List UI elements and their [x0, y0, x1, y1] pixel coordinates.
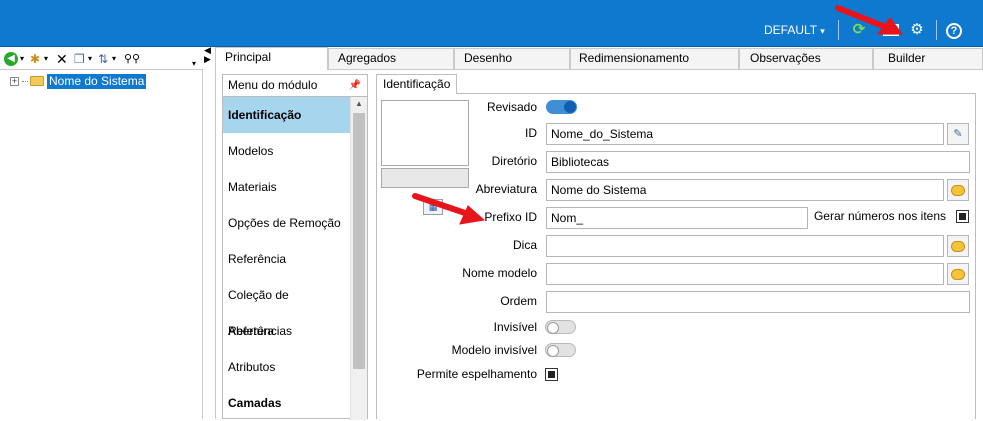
- tab-desenho[interactable]: Desenho: [454, 48, 570, 69]
- permite-espelhamento-label: Permite espelhamento: [416, 367, 537, 381]
- menu-item-colecao-referencias[interactable]: Coleção de Referências: [223, 277, 351, 338]
- refresh-icon[interactable]: ⟳: [849, 20, 869, 40]
- prefixo-id-field[interactable]: Nom_: [546, 207, 808, 229]
- tab-agregados[interactable]: Agregados: [328, 48, 454, 69]
- menu-item-materiais[interactable]: Materiais: [223, 169, 351, 205]
- revisado-toggle[interactable]: [546, 100, 577, 114]
- rename-icon[interactable]: ✎: [947, 123, 969, 145]
- gear-icon[interactable]: ⚙: [906, 20, 928, 40]
- gerar-numeros-label: Gerar números nos itens: [813, 209, 946, 223]
- invisivel-toggle[interactable]: [545, 320, 576, 334]
- sort-icon[interactable]: ⇅: [98, 51, 108, 67]
- gerar-numeros-checkbox[interactable]: [956, 210, 969, 223]
- ordem-label: Ordem: [500, 294, 537, 308]
- delete-icon[interactable]: ✕: [56, 51, 68, 67]
- chevron-down-icon: ▾: [820, 26, 825, 36]
- tab-builder[interactable]: Builder: [873, 48, 983, 69]
- module-menu: Menu do módulo 📌 Identificação Modelos M…: [222, 74, 368, 420]
- dica-field[interactable]: [546, 235, 944, 257]
- help-icon[interactable]: ?: [946, 23, 962, 39]
- chevron-down-icon[interactable]: ▾: [88, 51, 92, 67]
- revisado-label: Revisado: [486, 100, 537, 114]
- prefixo-id-label: Prefixo ID: [484, 210, 537, 224]
- module-menu-scrollbar[interactable]: ▲: [350, 97, 367, 420]
- chevron-down-icon[interactable]: ▾: [112, 51, 116, 67]
- tree-node-label[interactable]: Nome do Sistema: [47, 73, 147, 89]
- system-tree: + Nome do Sistema: [0, 70, 203, 419]
- image-browse-button[interactable]: ▦: [423, 199, 443, 215]
- tab-observacoes[interactable]: Observações: [739, 48, 873, 69]
- nome-modelo-field[interactable]: [546, 263, 944, 285]
- image-path-field[interactable]: [381, 168, 469, 188]
- module-menu-header: Menu do módulo 📌: [223, 75, 367, 97]
- dica-label: Dica: [512, 238, 537, 252]
- scroll-up-icon[interactable]: ▲: [351, 97, 367, 111]
- folder-icon: [30, 76, 44, 86]
- main-tabs: Principal Agregados Desenho Redimensiona…: [215, 47, 983, 70]
- permite-espelhamento-checkbox[interactable]: [545, 368, 558, 381]
- diretorio-label: Diretório: [491, 154, 537, 168]
- profile-dropdown[interactable]: DEFAULT ▾: [764, 23, 825, 37]
- modelo-invisivel-label: Modelo invisível: [451, 343, 537, 357]
- toolbar-divider: [936, 20, 937, 40]
- chevron-down-icon[interactable]: ▾: [20, 51, 24, 67]
- toolbar-divider: [838, 20, 839, 40]
- pin-icon[interactable]: 📌: [349, 75, 361, 96]
- copy-icon[interactable]: ❐: [74, 51, 85, 67]
- menu-item-modelos[interactable]: Modelos: [223, 133, 351, 169]
- ordem-field[interactable]: [546, 291, 970, 313]
- back-icon[interactable]: ◀: [4, 52, 18, 66]
- abreviatura-field[interactable]: Nome do Sistema: [546, 179, 944, 201]
- tree-toolbar: ◀ ▾ ✱ ▾ ✕ ❐ ▾ ⇅ ▾ ⚲⚲ ▾: [0, 48, 203, 70]
- translate-bubble-icon[interactable]: [947, 263, 969, 285]
- menu-item-atributos[interactable]: Atributos: [223, 349, 351, 385]
- diretorio-field[interactable]: Bibliotecas: [546, 151, 970, 173]
- invisivel-label: Invisível: [493, 320, 537, 334]
- modelo-invisivel-toggle[interactable]: [545, 343, 576, 357]
- expand-right-icon[interactable]: ▶: [204, 55, 214, 64]
- translate-bubble-icon[interactable]: [947, 235, 969, 257]
- profile-label: DEFAULT: [764, 23, 817, 37]
- expand-icon[interactable]: +: [10, 76, 19, 86]
- chevron-down-icon[interactable]: ▾: [44, 51, 48, 67]
- module-menu-title: Menu do módulo: [228, 78, 318, 92]
- binoculars-icon[interactable]: ⚲⚲: [124, 51, 140, 67]
- tab-principal[interactable]: Principal: [215, 47, 328, 70]
- nome-modelo-label: Nome modelo: [462, 266, 537, 280]
- tree-node-root[interactable]: + Nome do Sistema: [10, 73, 147, 89]
- translate-bubble-icon[interactable]: [947, 179, 969, 201]
- image-preview: [381, 100, 469, 166]
- window-icon[interactable]: [880, 20, 902, 40]
- splitter-handle[interactable]: ◀ ▶: [204, 46, 214, 68]
- top-bar: DEFAULT ▾ ⟳ ⚙ ?: [0, 0, 983, 47]
- scroll-thumb[interactable]: [353, 113, 365, 369]
- menu-item-referencia[interactable]: Referência: [223, 241, 351, 277]
- menu-item-camadas[interactable]: Camadas: [223, 385, 351, 421]
- menu-item-identificacao[interactable]: Identificação: [223, 97, 351, 133]
- id-label: ID: [525, 126, 537, 140]
- tab-redimensionamento[interactable]: Redimensionamento: [570, 48, 739, 69]
- id-field[interactable]: Nome_do_Sistema: [546, 123, 944, 145]
- menu-item-opcoes-remocao[interactable]: Opções de Remoção: [223, 205, 351, 241]
- abreviatura-label: Abreviatura: [475, 182, 537, 196]
- tab-identificacao[interactable]: Identificação: [376, 74, 458, 94]
- new-item-icon[interactable]: ✱: [30, 51, 40, 67]
- module-menu-list: Identificação Modelos Materiais Opções d…: [223, 97, 351, 420]
